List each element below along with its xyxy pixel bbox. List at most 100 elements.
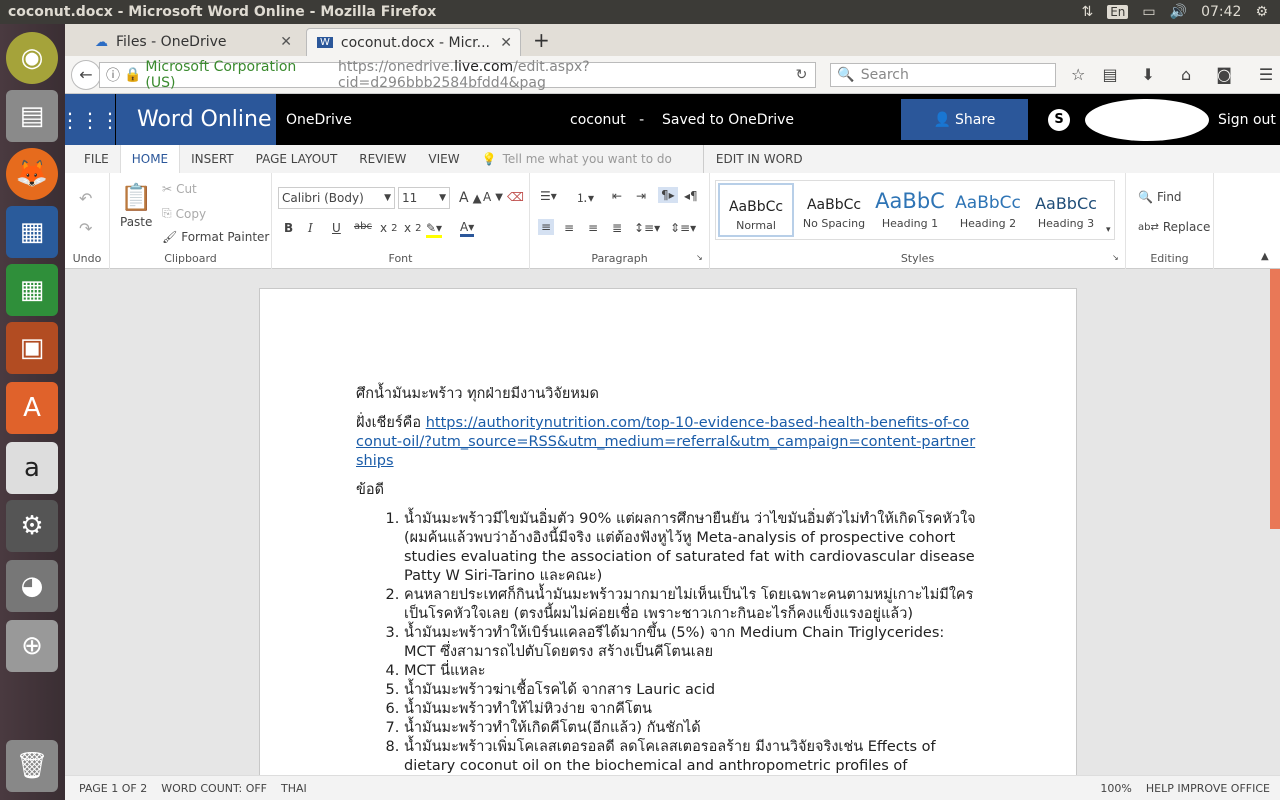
scrollbar-thumb[interactable] bbox=[1270, 269, 1280, 529]
word-count[interactable]: WORD COUNT: OFF bbox=[161, 782, 267, 795]
word-online-brand[interactable]: Word Online bbox=[116, 94, 276, 145]
font-family-select[interactable]: Calibri (Body) ▼ bbox=[278, 187, 395, 209]
screenshot-icon[interactable]: ⊕ bbox=[6, 620, 58, 672]
share-button[interactable]: 👤 Share bbox=[901, 99, 1028, 140]
document-canvas[interactable]: ศึกน้ำมันมะพร้าว ทุกฝ่ายมีงานวิจัยหมด ฝั… bbox=[65, 269, 1280, 775]
collapse-ribbon-icon[interactable]: ▲ bbox=[1261, 251, 1269, 262]
tab-review[interactable]: REVIEW bbox=[348, 145, 417, 173]
rtl-icon[interactable]: ◂¶ bbox=[684, 189, 698, 203]
document-heading[interactable]: ศึกน้ำมันมะพร้าว ทุกฝ่ายมีงานวิจัยหมด bbox=[356, 385, 976, 404]
files-icon[interactable]: ▤ bbox=[6, 90, 58, 142]
paragraph-spacing-icon[interactable]: ⇕≡▾ bbox=[670, 221, 696, 235]
downloads-icon[interactable]: ⬇ bbox=[1134, 61, 1162, 89]
close-tab-icon[interactable]: ✕ bbox=[500, 35, 512, 51]
tab-insert[interactable]: INSERT bbox=[180, 145, 245, 173]
onedrive-link[interactable]: OneDrive bbox=[286, 112, 352, 128]
list-item[interactable]: น้ำมันมะพร้าวทำให้เกิดคีโตน(อีกแล้ว) กัน… bbox=[404, 719, 976, 738]
copy-button[interactable]: ⎘ Copy bbox=[162, 206, 206, 221]
highlight-color-icon[interactable]: ✎▾ bbox=[426, 221, 443, 238]
style-heading-1[interactable]: AaBbC Heading 1 bbox=[872, 183, 948, 237]
help-improve-link[interactable]: HELP IMPROVE OFFICE bbox=[1146, 782, 1270, 795]
underline-button[interactable]: U bbox=[332, 221, 341, 235]
font-color-icon[interactable]: A▾ bbox=[460, 220, 475, 237]
align-center-icon[interactable]: ≡ bbox=[564, 221, 574, 235]
grow-font-icon[interactable]: A ▲ bbox=[459, 190, 482, 206]
style-heading-3[interactable]: AaBbCc Heading 3 bbox=[1028, 183, 1104, 237]
sign-out-link[interactable]: Sign out bbox=[1218, 112, 1276, 128]
strikethrough-button[interactable]: abc bbox=[354, 221, 372, 232]
tab-coconut-docx[interactable]: W coconut.docx - Micr... ✕ bbox=[306, 28, 521, 56]
tab-home[interactable]: HOME bbox=[119, 145, 181, 173]
app-launcher-icon[interactable]: ⋮⋮⋮ bbox=[60, 94, 120, 145]
italic-button[interactable]: I bbox=[308, 221, 313, 235]
amazon-icon[interactable]: a bbox=[6, 442, 58, 494]
reload-icon[interactable]: ↻ bbox=[796, 67, 808, 83]
network-icon[interactable]: ⇅ bbox=[1081, 4, 1093, 20]
style-heading-2[interactable]: AaBbCc Heading 2 bbox=[950, 183, 1026, 237]
tell-me-input[interactable]: 💡 Tell me what you want to do bbox=[471, 145, 683, 173]
software-center-icon[interactable]: A bbox=[6, 382, 58, 434]
pocket-icon[interactable]: ◙ bbox=[1210, 61, 1238, 89]
tab-view[interactable]: VIEW bbox=[417, 145, 470, 173]
document-page[interactable]: ศึกน้ำมันมะพร้าว ทุกฝ่ายมีงานวิจัยหมด ฝั… bbox=[259, 288, 1077, 775]
writer-icon[interactable]: ▦ bbox=[6, 206, 58, 258]
align-right-icon[interactable]: ≡ bbox=[588, 221, 598, 235]
close-tab-icon[interactable]: ✕ bbox=[280, 34, 292, 50]
trash-icon[interactable]: 🗑 bbox=[6, 740, 58, 792]
paste-button[interactable]: 📋 Paste bbox=[120, 183, 152, 229]
list-item[interactable]: MCT นี่แหละ bbox=[404, 662, 976, 681]
volume-icon[interactable]: 🔊 bbox=[1170, 4, 1187, 20]
settings-gear-icon[interactable]: ⚙ bbox=[1255, 4, 1268, 20]
ltr-icon[interactable]: ¶▸ bbox=[658, 187, 678, 203]
list-item[interactable]: น้ำมันมะพร้าวเพิ่มโคเลสเตอรอลดี ลดโคเลสเ… bbox=[404, 738, 976, 775]
style-normal[interactable]: AaBbCc Normal bbox=[718, 183, 794, 237]
battery-icon[interactable]: ▭ bbox=[1142, 4, 1155, 20]
superscript-button[interactable]: x2 bbox=[404, 221, 421, 235]
tab-page-layout[interactable]: PAGE LAYOUT bbox=[245, 145, 349, 173]
shrink-font-icon[interactable]: A ▼ bbox=[483, 190, 503, 204]
bold-button[interactable]: B bbox=[284, 221, 293, 235]
redo-icon[interactable]: ↷ bbox=[79, 219, 92, 238]
undo-icon[interactable]: ↶ bbox=[79, 189, 92, 208]
tab-file[interactable]: FILE bbox=[73, 145, 120, 173]
document-body[interactable]: ศึกน้ำมันมะพร้าว ทุกฝ่ายมีงานวิจัยหมด ฝั… bbox=[356, 385, 976, 775]
ubuntu-dash-icon[interactable]: ◉ bbox=[6, 32, 58, 84]
zoom-level[interactable]: 100% bbox=[1100, 782, 1131, 795]
decrease-indent-icon[interactable]: ⇤ bbox=[612, 189, 622, 203]
reading-list-icon[interactable]: ▤ bbox=[1096, 61, 1124, 89]
numbering-icon[interactable]: ⒈▾ bbox=[576, 189, 594, 206]
pros-label[interactable]: ข้อดี bbox=[356, 481, 976, 500]
list-item[interactable]: คนหลายประเทศก็กินน้ำมันมะพร้าวมากมายไม่เ… bbox=[404, 586, 976, 624]
font-size-select[interactable]: 11 ▼ bbox=[398, 187, 450, 209]
clock[interactable]: 07:42 bbox=[1201, 4, 1241, 20]
bookmark-star-icon[interactable]: ☆ bbox=[1064, 61, 1092, 89]
styles-more-icon[interactable]: ▾ bbox=[1106, 225, 1111, 235]
impress-icon[interactable]: ▣ bbox=[6, 322, 58, 374]
edit-in-word-button[interactable]: EDIT IN WORD bbox=[702, 145, 814, 173]
clear-formatting-icon[interactable]: ⌫ bbox=[507, 190, 524, 204]
bullets-icon[interactable]: ☰▾ bbox=[540, 189, 557, 203]
info-icon[interactable]: ⓘ bbox=[106, 65, 120, 85]
list-item[interactable]: น้ำมันมะพร้าวทำให้ไม่หิวง่าย จากคีโตน bbox=[404, 700, 976, 719]
home-icon[interactable]: ⌂ bbox=[1172, 61, 1200, 89]
subscript-button[interactable]: x2 bbox=[380, 221, 397, 235]
new-tab-button[interactable]: + bbox=[521, 28, 550, 56]
back-button[interactable]: ← bbox=[71, 59, 101, 90]
justify-icon[interactable]: ≣ bbox=[612, 221, 622, 235]
firefox-icon[interactable]: 🦊 bbox=[6, 148, 58, 200]
line-spacing-icon[interactable]: ↕≡▾ bbox=[634, 221, 660, 235]
url-bar[interactable]: ⓘ 🔒 Microsoft Corporation (US) https://o… bbox=[98, 59, 817, 91]
list-item[interactable]: น้ำมันมะพร้าวทำให้เบิร์นแคลอรีได้มากขึ้น… bbox=[404, 624, 976, 662]
document-title[interactable]: coconut - Saved to OneDrive bbox=[570, 112, 794, 128]
cut-button[interactable]: ✂ Cut bbox=[162, 182, 197, 196]
secure-identity[interactable]: Microsoft Corporation (US) bbox=[145, 59, 330, 91]
menu-icon[interactable]: ☰ bbox=[1252, 61, 1280, 89]
tab-files-onedrive[interactable]: ☁ Files - OneDrive ✕ bbox=[85, 28, 300, 56]
url-text[interactable]: https://onedrive.live.com/edit.aspx?cid=… bbox=[338, 59, 796, 91]
increase-indent-icon[interactable]: ⇥ bbox=[636, 189, 646, 203]
keyboard-language[interactable]: En bbox=[1107, 5, 1129, 19]
system-settings-icon[interactable]: ⚙ bbox=[6, 500, 58, 552]
skype-button[interactable]: S bbox=[1037, 94, 1081, 145]
list-item[interactable]: น้ำมันมะพร้าวฆ่าเชื้อโรคได้ จากสาร Lauri… bbox=[404, 681, 976, 700]
list-item[interactable]: น้ำมันมะพร้าวมีไขมันอิ่มตัว 90% แต่ผลการ… bbox=[404, 510, 976, 586]
